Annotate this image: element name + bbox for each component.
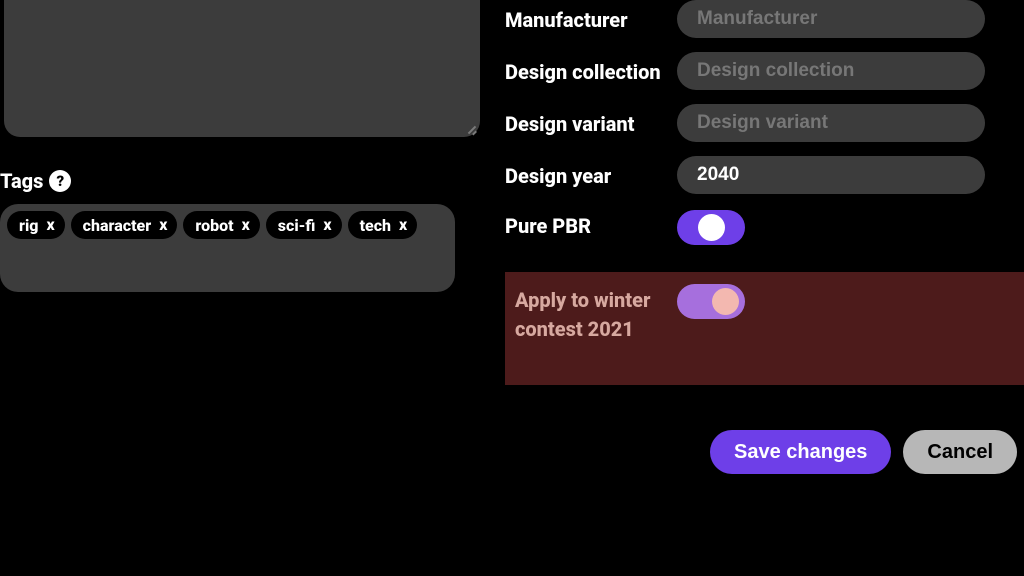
footer-buttons: Save changes Cancel: [710, 430, 1017, 474]
tag-pill: techx: [348, 211, 418, 239]
tag-pill: character x: [71, 211, 178, 239]
row-manufacturer: Manufacturer: [505, 0, 985, 38]
save-button[interactable]: Save changes: [710, 430, 891, 474]
input-design-variant[interactable]: [677, 104, 985, 142]
help-icon[interactable]: ?: [49, 170, 71, 192]
toggle-thumb-icon: [712, 288, 739, 315]
right-panel: Manufacturer Design collection Design va…: [505, 0, 1024, 257]
tag-label: rig: [19, 216, 38, 235]
tags-input[interactable]: rigxcharacterxrobotxsci-fixtechx: [0, 204, 455, 292]
tag-label: tech: [360, 216, 391, 235]
row-design-collection: Design collection: [505, 52, 985, 90]
tag-pill: sci-fi x: [266, 211, 342, 239]
input-manufacturer[interactable]: [677, 0, 985, 38]
left-panel: Tags ? rigxcharacterxrobotxsci-fixtechx: [0, 0, 485, 576]
resize-handle-icon: [464, 121, 478, 135]
tag-pill: robotx: [183, 211, 259, 239]
input-design-collection[interactable]: [677, 52, 985, 90]
label-pure-pbr: Pure PBR: [505, 208, 665, 241]
input-design-year[interactable]: [677, 156, 985, 194]
label-apply-contest: Apply to winter contest 2021: [515, 282, 675, 344]
tag-pill: rigx: [7, 211, 65, 239]
row-pure-pbr: Pure PBR: [505, 208, 985, 245]
tag-remove-icon[interactable]: x: [399, 217, 407, 233]
row-design-variant: Design variant: [505, 104, 985, 142]
tags-header: Tags ?: [0, 169, 71, 193]
label-design-collection: Design collection: [505, 52, 665, 87]
toggle-pure-pbr[interactable]: [677, 210, 745, 245]
tags-label: Tags: [0, 169, 43, 193]
tag-remove-icon[interactable]: x: [242, 217, 250, 233]
tag-label: robot: [195, 216, 233, 235]
tag-label: character: [83, 216, 152, 235]
tag-remove-icon[interactable]: x: [323, 217, 331, 233]
toggle-thumb-icon: [698, 214, 725, 241]
label-design-variant: Design variant: [505, 104, 665, 139]
toggle-apply-contest[interactable]: [677, 284, 745, 319]
tag-label: sci-fi: [278, 216, 316, 235]
tag-remove-icon[interactable]: x: [159, 217, 167, 233]
label-design-year: Design year: [505, 156, 665, 191]
row-apply-contest: Apply to winter contest 2021: [505, 272, 1024, 385]
row-design-year: Design year: [505, 156, 985, 194]
label-manufacturer: Manufacturer: [505, 0, 665, 35]
description-textarea[interactable]: [4, 0, 480, 137]
tag-remove-icon[interactable]: x: [46, 217, 54, 233]
cancel-button[interactable]: Cancel: [903, 430, 1017, 474]
